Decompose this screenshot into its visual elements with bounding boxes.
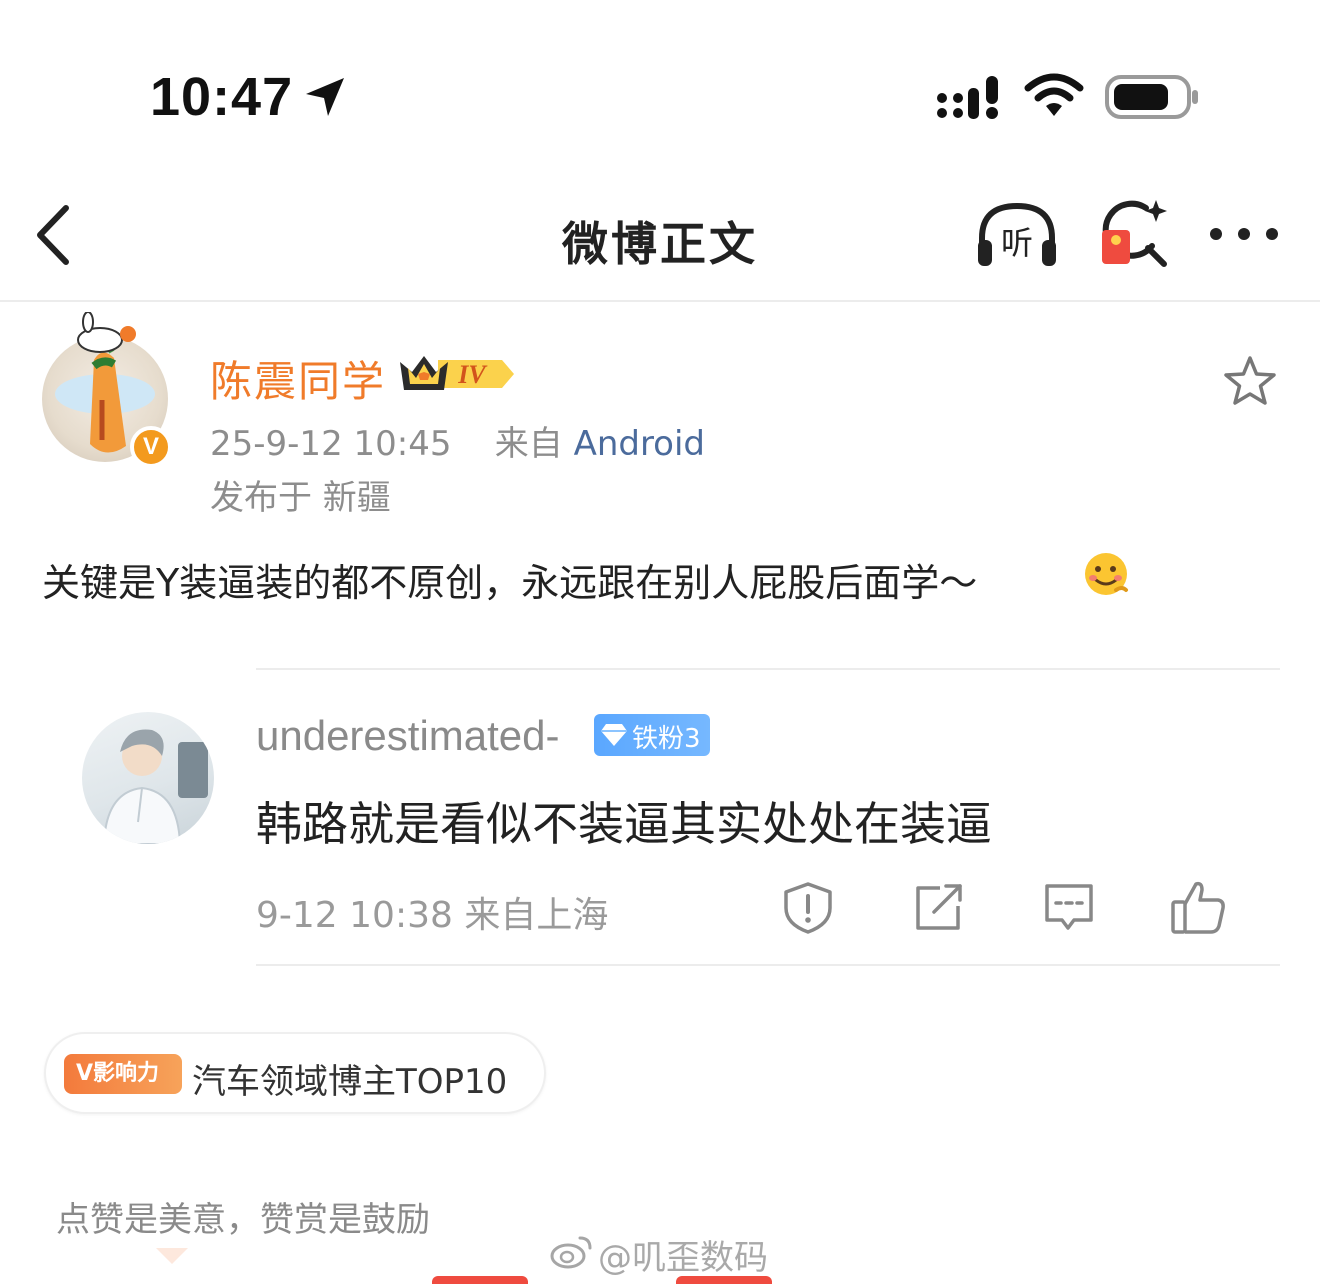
location-arrow-icon	[306, 78, 344, 116]
post-meta: 25-9-12 10:45 来自 Android	[210, 416, 705, 465]
vip-crown-badge[interactable]: IV	[398, 350, 516, 398]
reward-prompt: 点赞是美意，赞赏是鼓励	[56, 1200, 430, 1240]
diamond-icon	[601, 724, 627, 746]
search-redpacket-icon[interactable]	[1096, 198, 1172, 270]
watermark: @叽歪数码	[598, 1238, 768, 1278]
smiling-emoji-icon	[1085, 553, 1128, 595]
comment-text: 韩路就是看似不装逼其实处处在装逼	[256, 797, 992, 851]
commenter-avatar[interactable]	[82, 712, 214, 844]
svg-text:IV: IV	[457, 360, 488, 389]
status-bar: 10:47	[0, 0, 1320, 170]
star-icon[interactable]	[1222, 354, 1278, 408]
bunny-ears-decoration-icon	[77, 312, 136, 353]
headphones-listen-icon[interactable]: 听	[974, 198, 1060, 270]
wifi-icon	[1024, 73, 1084, 116]
gift-card-peek	[432, 1276, 528, 1284]
svg-text:听: 听	[1001, 224, 1033, 262]
share-icon[interactable]	[912, 882, 966, 934]
commenter-name[interactable]: underestimated-	[256, 712, 560, 760]
post-text: 关键是Y装逼装的都不原创，永远跟在别人屁股后面学～	[42, 561, 978, 605]
post-source-prefix: 来自	[494, 424, 563, 464]
thumbs-up-icon[interactable]	[1168, 878, 1228, 936]
post-source[interactable]: Android	[574, 424, 705, 464]
report-icon[interactable]	[780, 880, 836, 936]
fan-level-label: 铁粉3	[632, 724, 701, 754]
reward-pointer-icon	[156, 1248, 188, 1264]
comment-divider-bottom	[256, 964, 1280, 966]
influence-tag[interactable]: V影响力 汽车领域博主TOP10	[44, 1032, 546, 1114]
battery-icon	[1105, 75, 1198, 119]
status-time: 10:47	[150, 67, 294, 127]
reply-icon[interactable]	[1042, 880, 1096, 934]
comment-meta: 9-12 10:38 来自上海	[256, 895, 609, 936]
verified-badge: V	[130, 426, 172, 468]
comment-divider-top	[256, 668, 1280, 670]
more-dots-icon[interactable]	[1206, 222, 1282, 246]
author-name[interactable]: 陈震同学	[210, 348, 386, 409]
fan-level-badge: 铁粉3	[594, 714, 710, 756]
nav-bar: 微博正文 听	[0, 170, 1320, 302]
weibo-logo-icon	[550, 1236, 592, 1269]
influence-badge: V影响力	[64, 1054, 182, 1094]
cellular-signal-icon	[937, 76, 998, 119]
post-timestamp: 25-9-12 10:45	[210, 424, 452, 464]
post-location: 发布于 新疆	[210, 478, 391, 518]
influence-label: 汽车领域博主TOP10	[192, 1062, 508, 1102]
